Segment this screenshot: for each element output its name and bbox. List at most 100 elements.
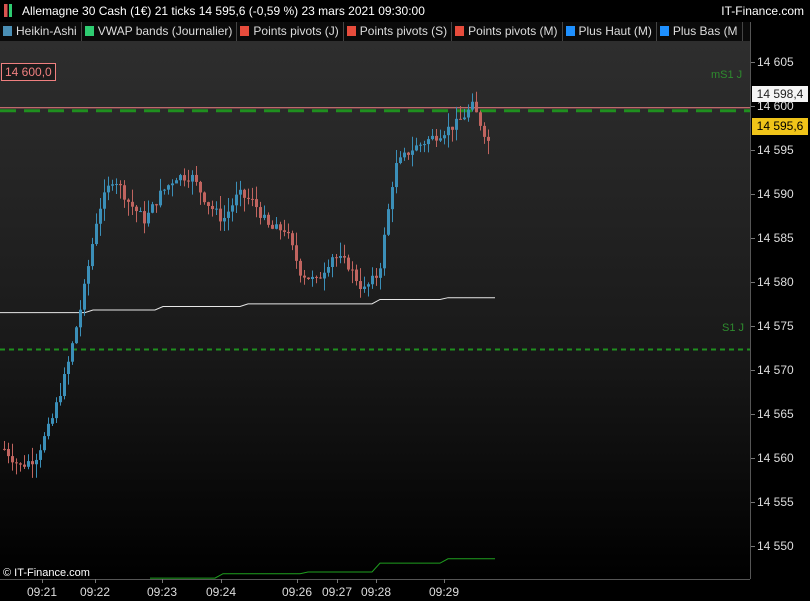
legend-item[interactable]: Points pivots (S) [344, 22, 453, 41]
legend-item[interactable]: VWAP bands (Journalier) [82, 22, 238, 41]
candle-body [63, 374, 66, 397]
title-bar: Allemagne 30 Cash (1€) 21 ticks 14 595,6… [0, 0, 810, 23]
candle-body [123, 185, 126, 200]
x-tick-label: 09:28 [360, 585, 392, 599]
candle-body [11, 456, 14, 463]
candle-body [207, 202, 210, 206]
y-tick-label: 14 555 [757, 494, 794, 509]
candle-body [203, 192, 206, 203]
candle-body [387, 209, 390, 235]
candle-body [287, 231, 290, 234]
y-tick-mark [751, 501, 755, 503]
chart-logo-icon [4, 4, 15, 17]
candle-body [419, 144, 422, 146]
legend-item[interactable]: Points pivots (M) [452, 22, 563, 41]
candle-body [143, 211, 146, 224]
legend-label: Plus Haut (M) [578, 24, 652, 38]
candle-body [7, 448, 10, 457]
candle-body [359, 281, 362, 290]
pivot-s1-label: S1 J [722, 322, 745, 334]
candle-body [411, 150, 414, 155]
candle-body [415, 145, 418, 151]
candle-body [111, 184, 114, 186]
y-tick-label: 14 600 [757, 99, 794, 114]
candle-body [439, 138, 442, 141]
y-tick-label: 14 595 [757, 143, 794, 157]
y-tick-label: 14 570 [757, 362, 794, 377]
price-level-label[interactable]: 14 600,0 [1, 63, 56, 81]
candle-body [315, 276, 318, 278]
candle-body [23, 464, 26, 467]
candle-body [35, 459, 38, 465]
candle-body [339, 255, 342, 258]
candle-body [167, 185, 170, 190]
chart-title: Allemagne 30 Cash (1€) 21 ticks 14 595,6… [22, 4, 425, 18]
candle-body [279, 224, 282, 231]
x-tick-mark [337, 579, 338, 583]
candle-body [463, 117, 466, 120]
candle-body [295, 245, 298, 261]
candle-body [231, 205, 234, 212]
legend-swatch-icon [84, 26, 94, 36]
y-tick-mark [751, 106, 755, 108]
candle-body [451, 126, 454, 130]
y-tick-mark [751, 237, 755, 239]
legend-item[interactable]: Points pivots (J) [237, 22, 344, 41]
y-tick-label: 14 565 [757, 406, 794, 421]
y-tick-label: 14 590 [757, 186, 794, 201]
candle-body [363, 286, 366, 290]
candle-body [15, 462, 18, 464]
candle-body [179, 175, 182, 181]
y-tick-label: 14 585 [757, 230, 794, 245]
legend-label: Points pivots (J) [253, 24, 339, 38]
candle-body [391, 187, 394, 210]
candle-body [327, 267, 330, 273]
candle-body [235, 194, 238, 206]
candle-body [459, 118, 462, 120]
y-tick-mark [751, 150, 755, 151]
legend-label: Points pivots (M) [468, 24, 558, 38]
candle-body [55, 402, 58, 419]
y-tick-mark [751, 193, 755, 195]
legend-item[interactable]: Plus Haut (M) [563, 22, 657, 41]
candle-body [51, 418, 54, 424]
candle-body [399, 157, 402, 164]
candle-body [247, 197, 250, 199]
candle-body [275, 224, 278, 229]
vwap-upper-band [0, 297, 495, 314]
last-price-label: 14 595,6 [752, 118, 808, 135]
vwap-lower-band [150, 558, 495, 579]
legend-item[interactable]: Heikin-Ashi [0, 22, 82, 41]
legend-swatch-icon [659, 26, 669, 36]
candle-body [487, 136, 490, 141]
candle-body [135, 206, 138, 212]
candle-body [59, 396, 62, 403]
candle-body [319, 277, 322, 279]
y-tick-mark [751, 281, 755, 283]
price-chart[interactable] [0, 41, 750, 579]
candle-body [455, 118, 458, 130]
candle-body [19, 463, 22, 465]
y-tick-mark [751, 457, 755, 459]
x-tick-mark [444, 579, 445, 583]
candle-body [67, 361, 70, 375]
candle-body [259, 207, 262, 218]
x-tick-mark [376, 579, 377, 583]
candle-body [435, 135, 438, 141]
candle-body [103, 192, 106, 209]
candle-body [223, 217, 226, 222]
candle-body [255, 199, 258, 208]
x-tick-mark [221, 579, 222, 583]
candle-body [99, 208, 102, 224]
y-tick-label: 14 580 [757, 274, 794, 289]
candle-body [299, 260, 302, 276]
y-tick-mark [751, 62, 755, 64]
candle-body [367, 284, 370, 287]
candle-body [347, 257, 350, 270]
candle-body [475, 101, 478, 113]
candle-body [251, 198, 254, 200]
legend-item[interactable]: Plus Bas (M [657, 22, 743, 41]
x-tick-label: 09:27 [321, 585, 353, 599]
candle-body [307, 277, 310, 280]
candle-body [375, 275, 378, 278]
